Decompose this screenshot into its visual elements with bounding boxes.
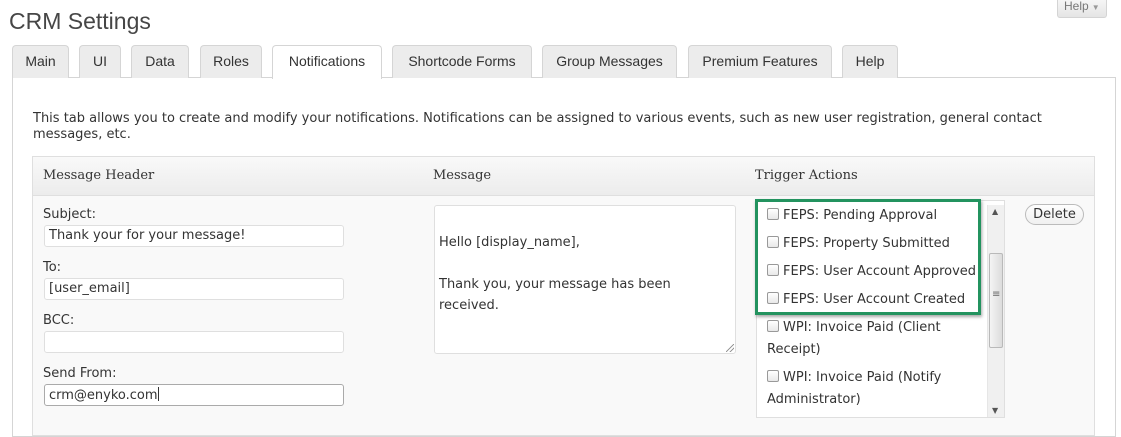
header-message: Message bbox=[433, 168, 492, 183]
trigger-label: FEPS: User Account Created bbox=[783, 292, 966, 307]
table-header: Message Header Message Trigger Actions bbox=[33, 157, 1094, 196]
scroll-down-arrow-icon[interactable]: ▼ bbox=[992, 406, 998, 415]
checkbox[interactable] bbox=[767, 236, 779, 248]
page-title: CRM Settings bbox=[9, 8, 151, 34]
bcc-label: BCC: bbox=[43, 313, 75, 328]
checkbox[interactable] bbox=[767, 208, 779, 220]
tab-roles[interactable]: Roles bbox=[200, 45, 262, 78]
trigger-item[interactable]: FEPS: Property Submitted bbox=[767, 233, 989, 255]
trigger-item[interactable]: WPI: Invoice Paid (Client Receipt) bbox=[767, 317, 989, 361]
send-from-value: crm@enyko.com bbox=[49, 388, 158, 403]
tab-ui[interactable]: UI bbox=[79, 45, 121, 78]
message-line: Hello [display_name], bbox=[439, 235, 580, 250]
resize-handle-icon[interactable] bbox=[726, 344, 734, 352]
header-message-header: Message Header bbox=[43, 168, 155, 183]
trigger-label: WPI: Invoice Paid (Client Receipt) bbox=[767, 320, 941, 357]
trigger-item[interactable]: FEPS: User Account Created bbox=[767, 289, 989, 311]
text-caret bbox=[157, 387, 159, 401]
to-label: To: bbox=[43, 260, 62, 275]
checkbox[interactable] bbox=[767, 370, 779, 382]
subject-input[interactable]: Thank your for your message! bbox=[44, 225, 344, 247]
trigger-item[interactable]: FEPS: Pending Approval bbox=[767, 205, 989, 227]
trigger-label: WPI: Invoice Paid (Notify Administrator) bbox=[767, 370, 942, 407]
trigger-label: FEPS: Pending Approval bbox=[783, 208, 938, 223]
tab-data[interactable]: Data bbox=[131, 45, 189, 78]
trigger-label: FEPS: User Account Approved bbox=[783, 264, 977, 279]
tab-shortcode-forms[interactable]: Shortcode Forms bbox=[392, 45, 532, 78]
message-textarea[interactable]: Hello [display_name], Thank you, your me… bbox=[434, 205, 736, 354]
tab-premium-features[interactable]: Premium Features bbox=[688, 45, 832, 78]
trigger-label: FEPS: Property Submitted bbox=[783, 236, 950, 251]
checkbox[interactable] bbox=[767, 320, 779, 332]
trigger-list-scrollbar[interactable]: ▲ ≡ ▼ bbox=[987, 205, 1004, 417]
subject-label: Subject: bbox=[43, 207, 96, 222]
tab-notifications[interactable]: Notifications bbox=[272, 45, 382, 79]
help-dropdown-button[interactable]: Help ▼ bbox=[1057, 0, 1107, 18]
grip-icon: ≡ bbox=[992, 289, 1001, 300]
message-line: Thank you, your message has been receive… bbox=[439, 277, 671, 313]
send-from-label: Send From: bbox=[43, 366, 117, 381]
bcc-input[interactable] bbox=[44, 331, 344, 353]
help-button-label: Help bbox=[1064, 0, 1089, 13]
scrollbar-thumb[interactable]: ≡ bbox=[989, 253, 1003, 348]
tab-help[interactable]: Help bbox=[842, 45, 898, 78]
checkbox[interactable] bbox=[767, 292, 779, 304]
tab-main[interactable]: Main bbox=[12, 45, 69, 78]
scroll-up-arrow-icon[interactable]: ▲ bbox=[992, 207, 998, 216]
to-input[interactable]: [user_email] bbox=[44, 278, 344, 300]
intro-text: This tab allows you to create and modify… bbox=[33, 111, 1042, 142]
trigger-item[interactable]: WPI: Invoice Paid (Notify Administrator) bbox=[767, 367, 989, 411]
tab-group-messages[interactable]: Group Messages bbox=[542, 45, 677, 78]
delete-button[interactable]: Delete bbox=[1025, 204, 1084, 225]
send-from-input[interactable]: crm@enyko.com bbox=[44, 384, 344, 406]
chevron-down-icon: ▼ bbox=[1091, 3, 1100, 12]
header-trigger-actions: Trigger Actions bbox=[755, 168, 858, 183]
checkbox[interactable] bbox=[767, 264, 779, 276]
trigger-item[interactable]: FEPS: User Account Approved bbox=[767, 261, 989, 283]
trigger-actions-list[interactable]: FEPS: Pending Approval FEPS: Property Su… bbox=[756, 200, 1005, 418]
